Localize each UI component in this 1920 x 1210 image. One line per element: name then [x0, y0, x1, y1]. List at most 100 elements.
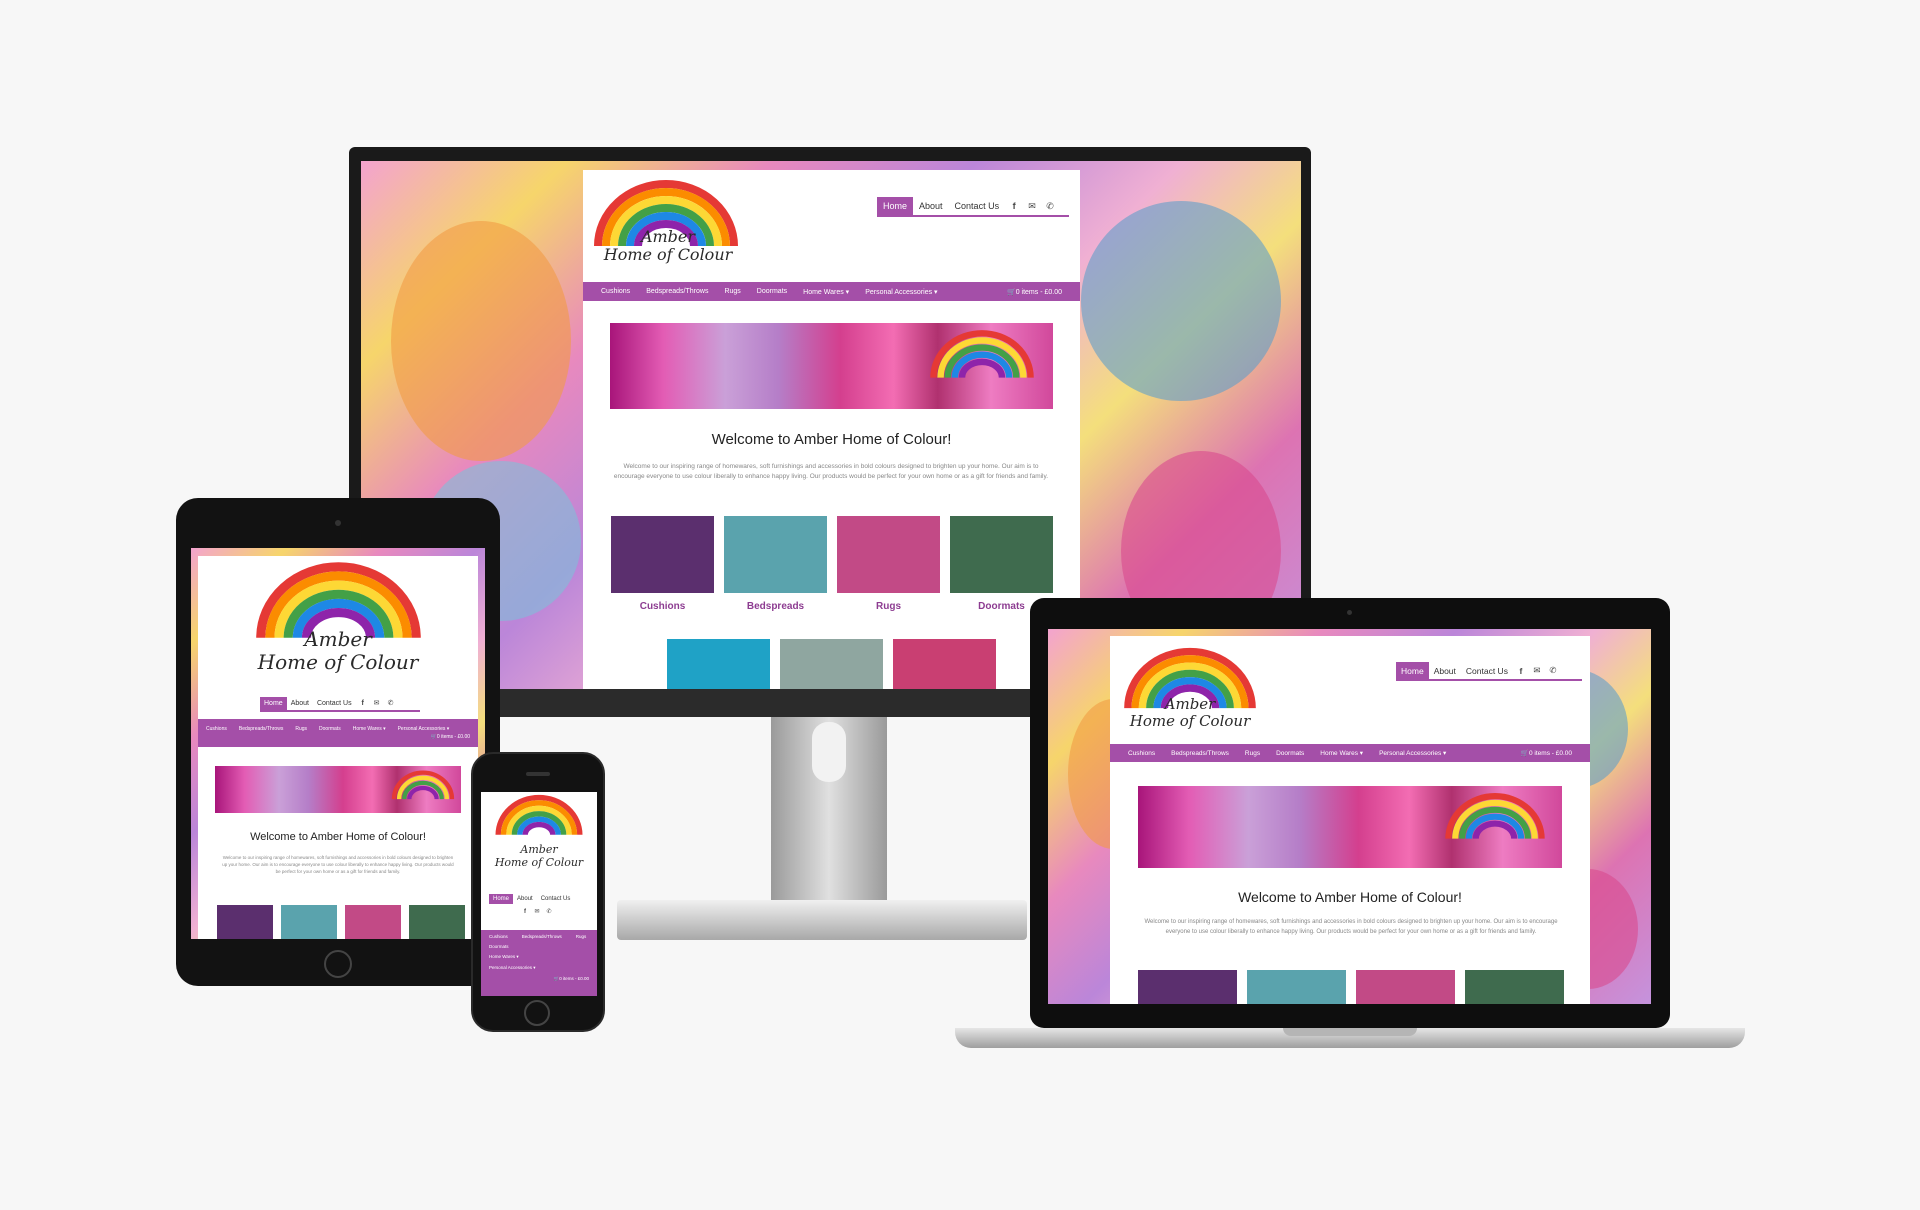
category-doormats[interactable]: Doormats — [489, 944, 509, 949]
facebook-icon[interactable]: f — [1513, 666, 1529, 676]
phone-icon[interactable]: ✆ — [1545, 665, 1561, 676]
logo-line-2: Home of Colour — [603, 245, 733, 265]
phone-icon[interactable]: ✆ — [1041, 201, 1059, 212]
nav-contact[interactable]: Contact Us — [313, 697, 356, 710]
product-label[interactable]: Rugs — [837, 601, 940, 612]
nav-home[interactable]: Home — [1396, 661, 1429, 680]
cart-summary[interactable]: 🛒0 items - £0.00 — [1007, 288, 1062, 296]
product-image[interactable] — [1356, 970, 1455, 1004]
product-image[interactable] — [409, 905, 465, 939]
category-cushions[interactable]: Cushions — [1128, 750, 1155, 757]
category-cushions[interactable]: Cushions — [489, 934, 508, 939]
category-bedspreads[interactable]: Bedspreads/Throws — [1171, 750, 1229, 757]
product-image[interactable] — [281, 905, 337, 939]
tablet-website: Amber Home of Colour Home About Contact … — [198, 556, 478, 939]
product-grid: Cushions Bedspreads Rugs Doormats — [611, 516, 1053, 612]
category-home-wares[interactable]: Home Wares ▾ — [353, 726, 386, 732]
product-grid — [217, 905, 465, 939]
logo-line-1: Amber — [304, 627, 372, 651]
nav-about[interactable]: About — [513, 894, 537, 904]
product-image[interactable] — [1138, 970, 1237, 1004]
category-home-wares[interactable]: Home Wares ▾ — [489, 954, 589, 960]
nav-about[interactable]: About — [287, 697, 313, 710]
product-card[interactable]: Rugs — [837, 516, 940, 612]
category-personal-accessories[interactable]: Personal Accessories ▾ — [865, 288, 937, 296]
category-rugs[interactable]: Rugs — [295, 726, 307, 732]
product-image[interactable] — [950, 516, 1053, 593]
product-card[interactable]: Bedspreads — [724, 516, 827, 612]
category-bedspreads[interactable]: Bedspreads/Throws — [646, 288, 708, 295]
nav-about[interactable]: About — [913, 197, 949, 215]
category-rugs[interactable]: Rugs — [724, 288, 740, 295]
top-nav: Home About Contact Us f ✉ ✆ — [260, 696, 420, 712]
product-image[interactable] — [724, 516, 827, 593]
category-personal-accessories[interactable]: Personal Accessories ▾ — [1379, 749, 1446, 757]
envelope-icon[interactable]: ✉ — [1529, 665, 1545, 676]
product-image[interactable] — [1247, 970, 1346, 1004]
logo-text: Amber Home of Colour — [593, 227, 743, 265]
logo-line-2: Home of Colour — [257, 650, 419, 674]
nav-home[interactable]: Home — [260, 696, 287, 710]
envelope-icon[interactable]: ✉ — [1023, 201, 1041, 212]
category-bedspreads[interactable]: Bedspreads/Throws — [522, 934, 562, 939]
product-image[interactable] — [780, 639, 883, 689]
nav-contact[interactable]: Contact Us — [949, 197, 1006, 215]
banner-logo — [1440, 792, 1550, 845]
category-personal-accessories[interactable]: Personal Accessories ▾ — [398, 726, 450, 732]
hero-banner — [215, 766, 461, 813]
category-bedspreads[interactable]: Bedspreads/Throws — [239, 726, 283, 732]
category-doormats[interactable]: Doormats — [757, 288, 787, 295]
desktop-website: Amber Home of Colour Home About Contact … — [583, 170, 1080, 689]
category-doormats[interactable]: Doormats — [1276, 750, 1304, 757]
nav-home[interactable]: Home — [489, 894, 514, 904]
product-image[interactable] — [837, 516, 940, 593]
intro-text: Welcome to our inspiring range of homewa… — [1144, 919, 1558, 935]
product-card[interactable]: Doormats — [950, 516, 1053, 612]
product-image[interactable] — [611, 516, 714, 593]
product-label[interactable]: Cushions — [611, 601, 714, 612]
product-image[interactable] — [893, 639, 996, 689]
nav-contact[interactable]: Contact Us — [537, 894, 575, 904]
logo-text: Amber Home of Colour — [1120, 695, 1260, 731]
facebook-icon[interactable]: f — [519, 909, 531, 915]
category-bar: Cushions Bedspreads/Throws Rugs Doormats… — [198, 719, 478, 747]
category-cushions[interactable]: Cushions — [601, 288, 630, 295]
welcome-title: Welcome to Amber Home of Colour! — [1238, 889, 1462, 905]
category-home-wares[interactable]: Home Wares ▾ — [803, 288, 849, 296]
laptop-camera — [1347, 610, 1352, 615]
envelope-icon[interactable]: ✉ — [531, 908, 543, 915]
facebook-icon[interactable]: f — [1005, 201, 1023, 211]
hero-banner — [1138, 786, 1562, 868]
phone-website: Amber Home of Colour Home About Contact … — [481, 792, 597, 996]
product-image[interactable] — [667, 639, 770, 689]
rainbow-logo — [491, 794, 587, 841]
top-nav-icons: f ✉ ✆ — [519, 906, 559, 917]
nav-about[interactable]: About — [1429, 662, 1461, 680]
banner-logo — [391, 770, 455, 805]
category-doormats[interactable]: Doormats — [319, 726, 341, 732]
tablet-home-button[interactable] — [324, 950, 352, 978]
phone-icon[interactable]: ✆ — [543, 908, 555, 915]
product-image[interactable] — [217, 905, 273, 939]
category-cushions[interactable]: Cushions — [206, 726, 227, 732]
logo-line-2: Home of Colour — [1129, 712, 1251, 731]
category-rugs[interactable]: Rugs — [1245, 750, 1260, 757]
envelope-icon[interactable]: ✉ — [370, 699, 384, 707]
facebook-icon[interactable]: f — [356, 700, 370, 707]
category-home-wares[interactable]: Home Wares ▾ — [1320, 749, 1363, 757]
product-image[interactable] — [345, 905, 401, 939]
nav-home[interactable]: Home — [877, 197, 914, 215]
product-card[interactable]: Cushions — [611, 516, 714, 612]
category-bar: Cushions Bedspreads/Throws Rugs Doormats… — [583, 282, 1080, 301]
nav-contact[interactable]: Contact Us — [1461, 662, 1513, 680]
phone-home-button[interactable] — [524, 1000, 550, 1026]
product-label[interactable]: Bedspreads — [724, 601, 827, 612]
cart-summary[interactable]: 🛒0 items - £0.00 — [554, 976, 589, 982]
category-rugs[interactable]: Rugs — [576, 934, 587, 939]
product-image[interactable] — [1465, 970, 1564, 1004]
phone-icon[interactable]: ✆ — [384, 699, 398, 707]
cart-summary[interactable]: 🛒0 items - £0.00 — [431, 734, 470, 740]
logo-text: Amber Home of Colour — [486, 843, 592, 869]
cart-summary[interactable]: 🛒0 items - £0.00 — [1521, 749, 1572, 757]
category-personal-accessories[interactable]: Personal Accessories ▾ — [489, 965, 589, 971]
